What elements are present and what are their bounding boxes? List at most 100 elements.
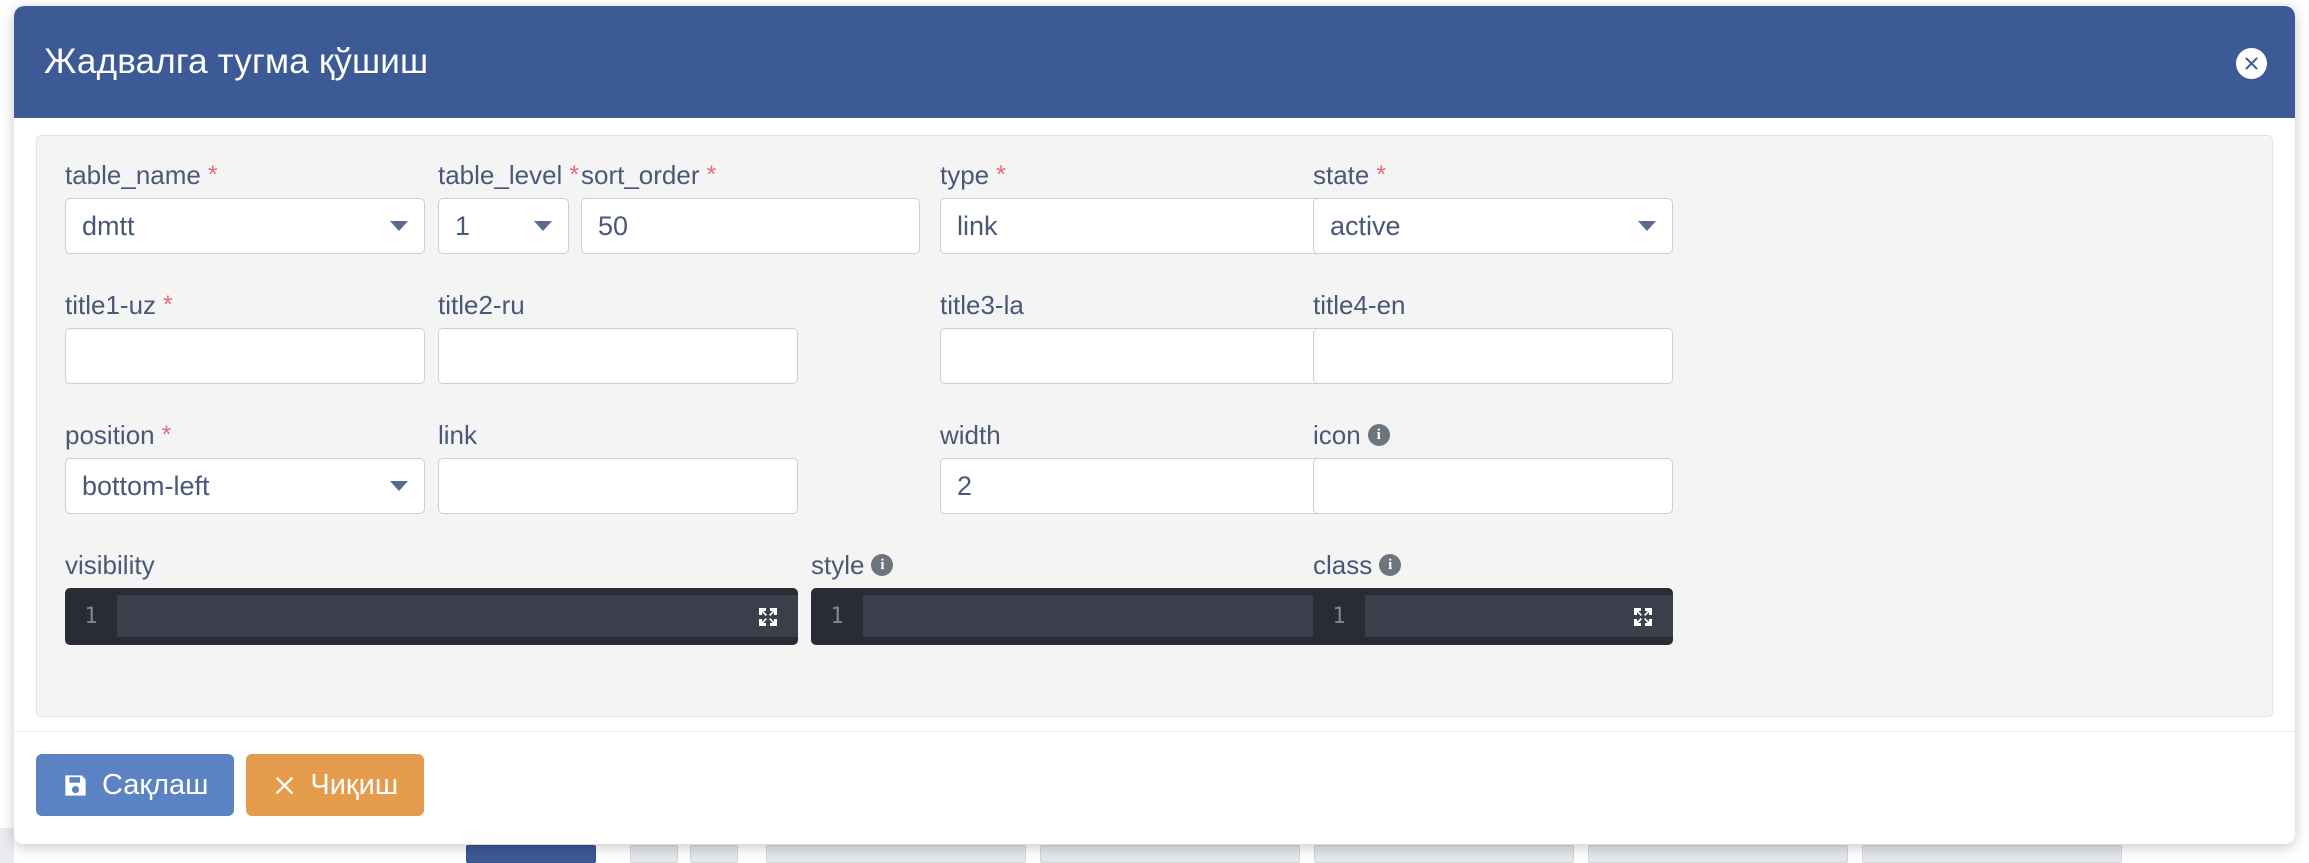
- field-link: link: [438, 420, 798, 514]
- table-name-value: dmtt: [82, 210, 135, 241]
- background-chip: [1588, 845, 1848, 863]
- sort-order-input[interactable]: 50: [581, 198, 920, 254]
- modal-header: Жадвалга тугма қўшиш: [14, 6, 2295, 118]
- background-chip: [466, 845, 596, 863]
- title2-ru-input[interactable]: [438, 328, 798, 384]
- table-level-select[interactable]: 1: [438, 198, 569, 254]
- label-text: style: [811, 550, 865, 580]
- info-icon[interactable]: i: [871, 554, 894, 576]
- label-text: position: [65, 420, 155, 450]
- label-icon: icon i: [1313, 420, 1673, 450]
- required-asterisk: *: [569, 160, 580, 189]
- editor-active-line[interactable]: [117, 595, 798, 637]
- required-asterisk: *: [1376, 160, 1387, 189]
- required-asterisk: *: [207, 160, 218, 189]
- visibility-code-editor[interactable]: 1: [65, 588, 798, 645]
- modal-footer: Сақлаш Чиқиш: [14, 731, 2295, 844]
- label-text: link: [438, 420, 478, 450]
- required-asterisk: *: [706, 160, 717, 189]
- required-asterisk: *: [996, 160, 1006, 189]
- state-value: active: [1330, 210, 1401, 241]
- label-text: title2-ru: [438, 290, 525, 320]
- title4-en-input[interactable]: [1313, 328, 1673, 384]
- field-sort-order: sort_order * 50: [581, 160, 920, 254]
- field-table-level: table_level * 1: [438, 160, 579, 254]
- label-title4-en: title4-en: [1313, 290, 1673, 320]
- required-asterisk: *: [163, 290, 173, 319]
- title1-uz-input[interactable]: [65, 328, 425, 384]
- exit-button[interactable]: Чиқиш: [246, 754, 425, 816]
- position-value: bottom-left: [82, 470, 210, 501]
- label-text: width: [940, 420, 1001, 450]
- type-value: link: [957, 210, 998, 241]
- table-name-select[interactable]: dmtt: [65, 198, 425, 254]
- background-chip: [1040, 845, 1300, 863]
- label-text: table_name: [65, 160, 201, 190]
- exit-button-label: Чиқиш: [310, 768, 399, 801]
- label-visibility: visibility: [65, 550, 798, 580]
- field-state: state * active: [1313, 160, 1673, 254]
- label-text: visibility: [65, 550, 155, 580]
- table-level-value: 1: [455, 210, 471, 241]
- info-icon[interactable]: i: [1379, 554, 1402, 576]
- background-chip: [1862, 845, 2122, 863]
- required-asterisk: *: [161, 420, 172, 449]
- position-select[interactable]: bottom-left: [65, 458, 425, 514]
- label-title1-uz: title1-uz *: [65, 290, 425, 320]
- label-title2-ru: title2-ru: [438, 290, 798, 320]
- background-chip: [630, 845, 678, 863]
- field-title4-en: title4-en: [1313, 290, 1673, 384]
- label-sort-order: sort_order *: [581, 160, 920, 190]
- field-visibility: visibility 1: [65, 550, 798, 645]
- field-class: class i 1: [1313, 550, 1673, 645]
- label-link: link: [438, 420, 798, 450]
- label-text: title3-la: [940, 290, 1024, 320]
- class-code-editor[interactable]: 1: [1313, 588, 1673, 645]
- floppy-disk-icon: [62, 772, 89, 799]
- chevron-down-icon: [1638, 221, 1656, 231]
- label-text: table_level: [438, 160, 563, 190]
- expand-icon[interactable]: [755, 604, 781, 630]
- field-title1-uz: title1-uz *: [65, 290, 425, 384]
- field-position: position * bottom-left: [65, 420, 425, 514]
- background-chip: [766, 845, 1026, 863]
- editor-line-number: 1: [830, 604, 844, 629]
- save-button-label: Сақлаш: [102, 768, 209, 801]
- chevron-down-icon: [390, 221, 408, 231]
- label-class: class i: [1313, 550, 1673, 580]
- label-text: state: [1313, 160, 1370, 190]
- editor-active-line[interactable]: [1365, 595, 1673, 637]
- label-text: title4-en: [1313, 290, 1406, 320]
- field-icon: icon i: [1313, 420, 1673, 514]
- info-icon[interactable]: i: [1367, 424, 1390, 446]
- background-left-rail: [0, 828, 14, 863]
- expand-icon[interactable]: [1630, 604, 1656, 630]
- close-circle-icon[interactable]: [2236, 48, 2267, 79]
- sort-order-value: 50: [598, 210, 629, 241]
- save-button[interactable]: Сақлаш: [36, 754, 235, 816]
- form-panel: table_name * dmtt table_level * 1 sort_o…: [36, 135, 2273, 717]
- modal-title: Жадвалга тугма қўшиш: [44, 42, 429, 81]
- background-chip: [690, 845, 738, 863]
- field-table-name: table_name * dmtt: [65, 160, 425, 254]
- state-select[interactable]: active: [1313, 198, 1673, 254]
- background-chip: [1314, 845, 1574, 863]
- label-text: type: [940, 160, 990, 190]
- label-table-name: table_name *: [65, 160, 425, 190]
- label-text: sort_order: [581, 160, 700, 190]
- label-text: title1-uz: [65, 290, 157, 320]
- width-value: 2: [957, 470, 973, 501]
- label-text: class: [1313, 550, 1373, 580]
- field-title2-ru: title2-ru: [438, 290, 798, 384]
- label-position: position *: [65, 420, 425, 450]
- chevron-down-icon: [390, 481, 408, 491]
- label-text: icon: [1313, 420, 1361, 450]
- editor-line-number: 1: [84, 604, 98, 629]
- modal-body: table_name * dmtt table_level * 1 sort_o…: [14, 118, 2295, 731]
- link-input[interactable]: [438, 458, 798, 514]
- icon-input[interactable]: [1313, 458, 1673, 514]
- label-table-level: table_level *: [438, 160, 579, 190]
- editor-line-number: 1: [1332, 604, 1346, 629]
- label-state: state *: [1313, 160, 1673, 190]
- times-icon: [272, 773, 297, 798]
